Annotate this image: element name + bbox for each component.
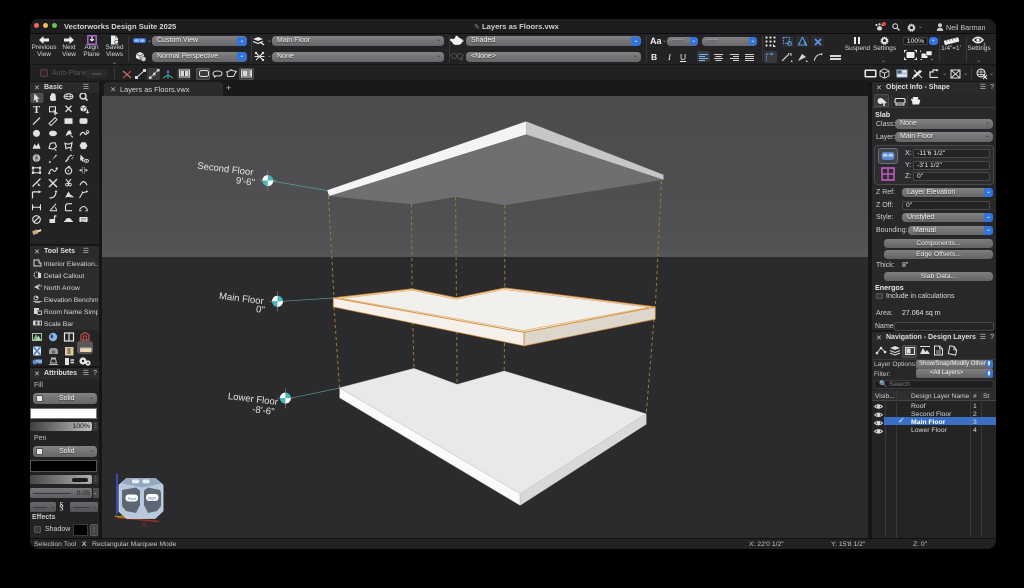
svg-text:Front: Front: [128, 497, 136, 501]
svg-text:X: X: [142, 522, 147, 529]
svg-text:T: T: [33, 104, 41, 116]
svg-text:N: N: [39, 283, 42, 288]
svg-text:Right: Right: [148, 496, 156, 500]
svg-text:0": 0": [255, 304, 265, 316]
svg-text:9'-6": 9'-6": [235, 175, 255, 188]
